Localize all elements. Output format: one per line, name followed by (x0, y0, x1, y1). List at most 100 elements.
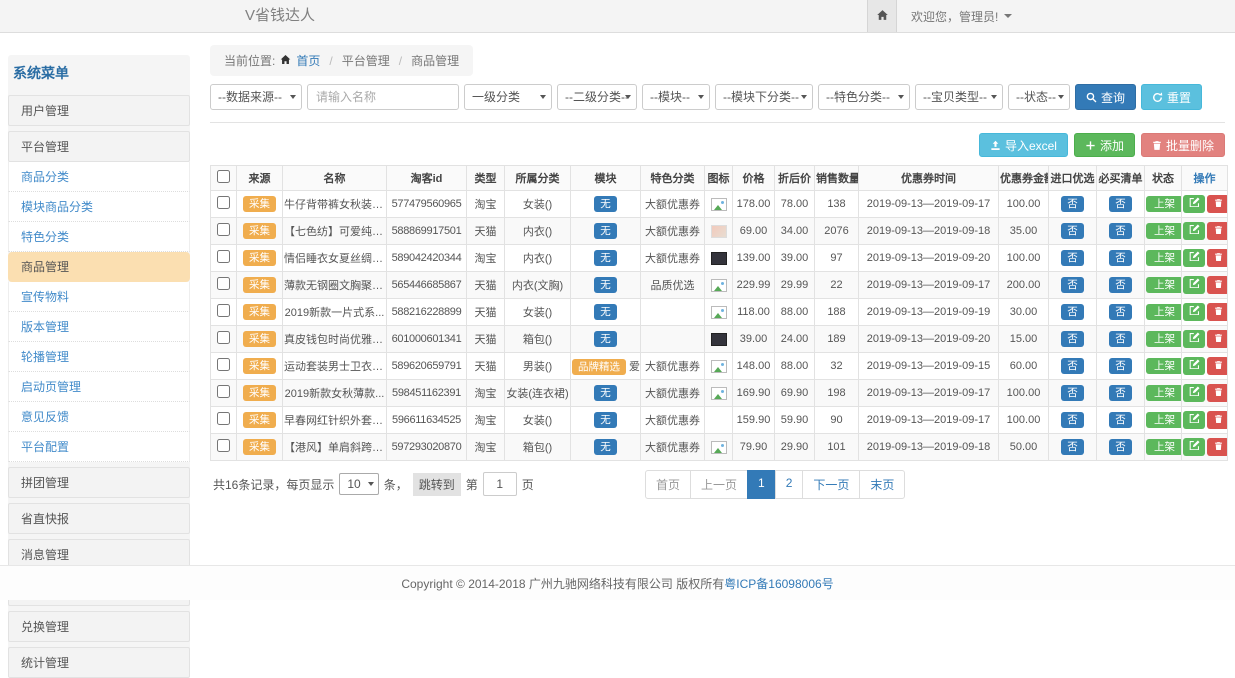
must-buy-toggle[interactable]: 否 (1109, 331, 1132, 347)
delete-button[interactable] (1207, 303, 1228, 321)
row-checkbox[interactable] (217, 196, 230, 209)
import-select-toggle[interactable]: 否 (1061, 331, 1084, 347)
name-search-input[interactable] (307, 84, 459, 110)
edit-button[interactable] (1183, 249, 1205, 267)
status-badge[interactable]: 上架 (1146, 385, 1182, 401)
icp-link[interactable]: 粤ICP备16098006号 (724, 575, 833, 592)
page-1-button[interactable]: 1 (747, 470, 776, 499)
delete-button[interactable] (1207, 357, 1228, 375)
sidebar-item-7[interactable]: 版本管理 (8, 312, 190, 342)
sidebar-item-2[interactable]: 商品分类 (8, 162, 190, 192)
edit-button[interactable] (1183, 330, 1205, 348)
filter-select-1[interactable]: --二级分类-- (557, 84, 637, 110)
jump-page-input[interactable] (483, 472, 517, 496)
must-buy-toggle[interactable]: 否 (1109, 304, 1132, 320)
delete-button[interactable] (1207, 249, 1228, 267)
row-checkbox[interactable] (217, 304, 230, 317)
import-select-toggle[interactable]: 否 (1061, 385, 1084, 401)
sidebar-item-11[interactable]: 平台配置 (8, 432, 190, 462)
sidebar-item-10[interactable]: 意见反馈 (8, 402, 190, 432)
must-buy-toggle[interactable]: 否 (1109, 358, 1132, 374)
delete-button[interactable] (1207, 276, 1228, 294)
sidebar-item-9[interactable]: 启动页管理 (8, 372, 190, 402)
last-page-button[interactable]: 末页 (859, 470, 905, 499)
delete-button[interactable] (1207, 411, 1228, 429)
home-button[interactable] (867, 0, 897, 32)
user-menu[interactable]: 欢迎您，管理员! (911, 8, 1012, 25)
per-page-select[interactable]: 10 (339, 473, 378, 495)
import-select-toggle[interactable]: 否 (1061, 223, 1084, 239)
status-badge[interactable]: 上架 (1146, 439, 1182, 455)
filter-select-0[interactable]: 一级分类 (464, 84, 552, 110)
next-page-button[interactable]: 下一页 (802, 470, 860, 499)
edit-button[interactable] (1183, 411, 1205, 429)
sidebar-item-8[interactable]: 轮播管理 (8, 342, 190, 372)
status-badge[interactable]: 上架 (1146, 358, 1182, 374)
edit-button[interactable] (1183, 276, 1205, 294)
row-checkbox[interactable] (217, 412, 230, 425)
sidebar-item-5[interactable]: 商品管理 (8, 252, 190, 282)
page-2-button[interactable]: 2 (775, 470, 804, 499)
filter-select-data-source[interactable]: --数据来源-- (210, 84, 302, 110)
import-select-toggle[interactable]: 否 (1061, 439, 1084, 455)
row-checkbox[interactable] (217, 223, 230, 236)
breadcrumb-home-link[interactable]: 首页 (296, 52, 320, 69)
must-buy-toggle[interactable]: 否 (1109, 223, 1132, 239)
row-checkbox[interactable] (217, 331, 230, 344)
sidebar-item-16[interactable]: 兑换管理 (8, 611, 190, 642)
edit-button[interactable] (1183, 384, 1205, 402)
delete-button[interactable] (1207, 438, 1228, 456)
prev-page-button[interactable]: 上一页 (690, 470, 748, 499)
must-buy-toggle[interactable]: 否 (1109, 412, 1132, 428)
sidebar-item-17[interactable]: 统计管理 (8, 647, 190, 678)
must-buy-toggle[interactable]: 否 (1109, 196, 1132, 212)
delete-button[interactable] (1207, 330, 1228, 348)
status-badge[interactable]: 上架 (1146, 331, 1182, 347)
jump-button[interactable]: 跳转到 (413, 473, 461, 496)
status-badge[interactable]: 上架 (1146, 223, 1182, 239)
search-button[interactable]: 查询 (1075, 84, 1136, 110)
status-badge[interactable]: 上架 (1146, 277, 1182, 293)
import-select-toggle[interactable]: 否 (1061, 196, 1084, 212)
delete-button[interactable] (1207, 195, 1228, 213)
import-select-toggle[interactable]: 否 (1061, 250, 1084, 266)
row-checkbox[interactable] (217, 385, 230, 398)
import-select-toggle[interactable]: 否 (1061, 277, 1084, 293)
row-checkbox[interactable] (217, 277, 230, 290)
sidebar-item-0[interactable]: 用户管理 (8, 95, 190, 126)
edit-button[interactable] (1183, 303, 1205, 321)
row-checkbox[interactable] (217, 439, 230, 452)
sidebar-item-6[interactable]: 宣传物料 (8, 282, 190, 312)
import-select-toggle[interactable]: 否 (1061, 304, 1084, 320)
batch-delete-button[interactable]: 批量删除 (1141, 133, 1225, 157)
must-buy-toggle[interactable]: 否 (1109, 385, 1132, 401)
import-select-toggle[interactable]: 否 (1061, 412, 1084, 428)
add-button[interactable]: 添加 (1074, 133, 1135, 157)
status-badge[interactable]: 上架 (1146, 250, 1182, 266)
filter-select-5[interactable]: --宝贝类型-- (915, 84, 1003, 110)
filter-select-4[interactable]: --特色分类-- (818, 84, 910, 110)
row-checkbox[interactable] (217, 250, 230, 263)
sidebar-item-3[interactable]: 模块商品分类 (8, 192, 190, 222)
delete-button[interactable] (1207, 384, 1228, 402)
status-badge[interactable]: 上架 (1146, 304, 1182, 320)
edit-button[interactable] (1183, 195, 1205, 213)
must-buy-toggle[interactable]: 否 (1109, 439, 1132, 455)
select-all-checkbox[interactable] (217, 170, 230, 183)
sidebar-item-13[interactable]: 省直快报 (8, 503, 190, 534)
edit-button[interactable] (1183, 438, 1205, 456)
filter-select-6[interactable]: --状态-- (1008, 84, 1070, 110)
status-badge[interactable]: 上架 (1146, 196, 1182, 212)
status-badge[interactable]: 上架 (1146, 412, 1182, 428)
import-select-toggle[interactable]: 否 (1061, 358, 1084, 374)
edit-button[interactable] (1183, 222, 1205, 240)
sidebar-item-4[interactable]: 特色分类 (8, 222, 190, 252)
filter-select-3[interactable]: --模块下分类-- (715, 84, 813, 110)
first-page-button[interactable]: 首页 (645, 470, 691, 499)
edit-button[interactable] (1183, 357, 1205, 375)
import-excel-button[interactable]: 导入excel (979, 133, 1068, 157)
filter-select-2[interactable]: --模块-- (642, 84, 710, 110)
row-checkbox[interactable] (217, 358, 230, 371)
delete-button[interactable] (1207, 222, 1228, 240)
must-buy-toggle[interactable]: 否 (1109, 250, 1132, 266)
